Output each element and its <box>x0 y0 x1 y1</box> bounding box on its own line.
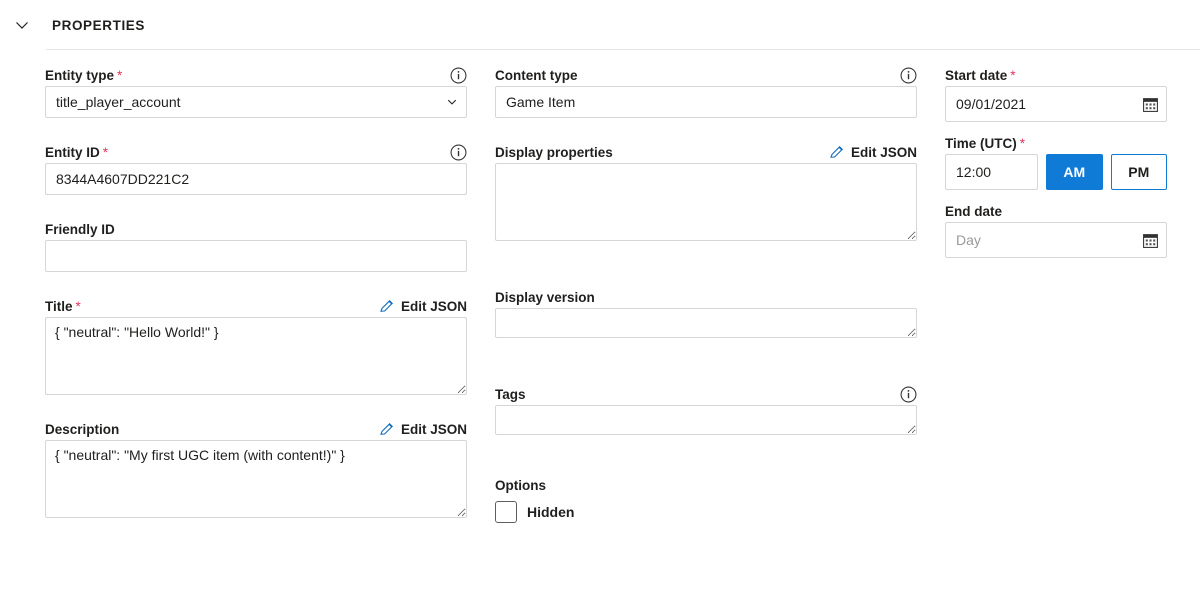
field-display-properties: Display properties Edit JSON <box>495 141 917 241</box>
time-utc-label-row: Time (UTC)* <box>945 132 1167 154</box>
required-asterisk: * <box>1010 68 1015 83</box>
page-title: PROPERTIES <box>52 18 145 33</box>
field-end-date: End date <box>945 200 1167 258</box>
field-tags: Tags <box>495 383 917 435</box>
entity-id-label: Entity ID* <box>45 145 108 160</box>
time-input[interactable] <box>945 154 1038 190</box>
hidden-checkbox-label: Hidden <box>527 504 574 520</box>
start-date-label-row: Start date* <box>945 64 1167 86</box>
title-label-row: Title* Edit JSON <box>45 295 467 317</box>
pencil-icon <box>829 144 845 160</box>
required-asterisk: * <box>1020 136 1025 151</box>
chevron-down-icon <box>14 17 30 33</box>
display-properties-edit-json-button[interactable]: Edit JSON <box>829 144 917 160</box>
title-textarea[interactable]: { "neutral": "Hello World!" } <box>45 317 467 395</box>
content-type-input[interactable] <box>495 86 917 118</box>
middle-column: Content type Display properties Edit JSO… <box>495 64 917 523</box>
am-button[interactable]: AM <box>1046 154 1103 190</box>
options-label: Options <box>495 478 917 493</box>
field-entity-type: Entity type* <box>45 64 467 118</box>
title-edit-json-button[interactable]: Edit JSON <box>379 298 467 314</box>
info-icon[interactable] <box>450 144 467 161</box>
display-properties-textarea[interactable] <box>495 163 917 241</box>
display-version-label: Display version <box>495 290 595 305</box>
end-date-calendar-button[interactable] <box>1142 222 1159 258</box>
description-edit-json-button[interactable]: Edit JSON <box>379 421 467 437</box>
entity-type-label-row: Entity type* <box>45 64 467 86</box>
properties-section-header: PROPERTIES <box>0 0 1200 50</box>
left-column: Entity type* Entity ID* <box>45 64 467 518</box>
calendar-icon <box>1142 96 1159 113</box>
content-type-label-row: Content type <box>495 64 917 86</box>
required-asterisk: * <box>103 145 108 160</box>
hidden-checkbox-row[interactable]: Hidden <box>495 501 917 523</box>
collapse-section-button[interactable] <box>6 9 38 41</box>
calendar-icon <box>1142 232 1159 249</box>
description-label-row: Description Edit JSON <box>45 418 467 440</box>
field-entity-id: Entity ID* <box>45 141 467 195</box>
friendly-id-label: Friendly ID <box>45 222 115 237</box>
start-date-field <box>945 86 1167 122</box>
start-date-input[interactable] <box>945 86 1167 122</box>
edit-json-label: Edit JSON <box>401 422 467 437</box>
required-asterisk: * <box>76 299 81 314</box>
entity-type-select[interactable] <box>45 86 467 118</box>
display-version-label-row: Display version <box>495 286 917 308</box>
info-icon[interactable] <box>900 386 917 403</box>
field-start-date: Start date* <box>945 64 1167 122</box>
info-icon[interactable] <box>450 67 467 84</box>
start-date-label: Start date* <box>945 68 1016 83</box>
description-textarea[interactable]: { "neutral": "My first UGC item (with co… <box>45 440 467 518</box>
entity-type-label: Entity type* <box>45 68 122 83</box>
entity-type-select-wrap <box>45 86 467 118</box>
tags-label-row: Tags <box>495 383 917 405</box>
display-properties-label-row: Display properties Edit JSON <box>495 141 917 163</box>
field-title: Title* Edit JSON { "neutral": "Hello Wor… <box>45 295 467 395</box>
right-column: Start date* Time (UTC)* <box>945 64 1167 258</box>
end-date-label: End date <box>945 204 1002 219</box>
field-content-type: Content type <box>495 64 917 118</box>
field-options: Options Hidden <box>495 478 917 523</box>
time-controls-row: AM PM <box>945 154 1167 190</box>
required-asterisk: * <box>117 68 122 83</box>
start-date-calendar-button[interactable] <box>1142 86 1159 122</box>
friendly-id-label-row: Friendly ID <box>45 218 467 240</box>
end-date-field <box>945 222 1167 258</box>
friendly-id-input[interactable] <box>45 240 467 272</box>
title-label: Title* <box>45 299 81 314</box>
display-properties-label: Display properties <box>495 145 613 160</box>
tags-textarea[interactable] <box>495 405 917 435</box>
pencil-icon <box>379 298 395 314</box>
pencil-icon <box>379 421 395 437</box>
pm-button[interactable]: PM <box>1111 154 1168 190</box>
field-description: Description Edit JSON { "neutral": "My f… <box>45 418 467 518</box>
content-type-label: Content type <box>495 68 578 83</box>
end-date-label-row: End date <box>945 200 1167 222</box>
entity-id-input[interactable] <box>45 163 467 195</box>
edit-json-label: Edit JSON <box>851 145 917 160</box>
description-label: Description <box>45 422 119 437</box>
field-time-utc: Time (UTC)* AM PM <box>945 132 1167 190</box>
entity-id-label-row: Entity ID* <box>45 141 467 163</box>
header-divider <box>46 49 1200 50</box>
info-icon[interactable] <box>900 67 917 84</box>
edit-json-label: Edit JSON <box>401 299 467 314</box>
tags-label: Tags <box>495 387 526 402</box>
end-date-input[interactable] <box>945 222 1167 258</box>
field-display-version: Display version <box>495 286 917 338</box>
field-friendly-id: Friendly ID <box>45 218 467 272</box>
display-version-textarea[interactable] <box>495 308 917 338</box>
hidden-checkbox[interactable] <box>495 501 517 523</box>
time-utc-label: Time (UTC)* <box>945 136 1025 151</box>
